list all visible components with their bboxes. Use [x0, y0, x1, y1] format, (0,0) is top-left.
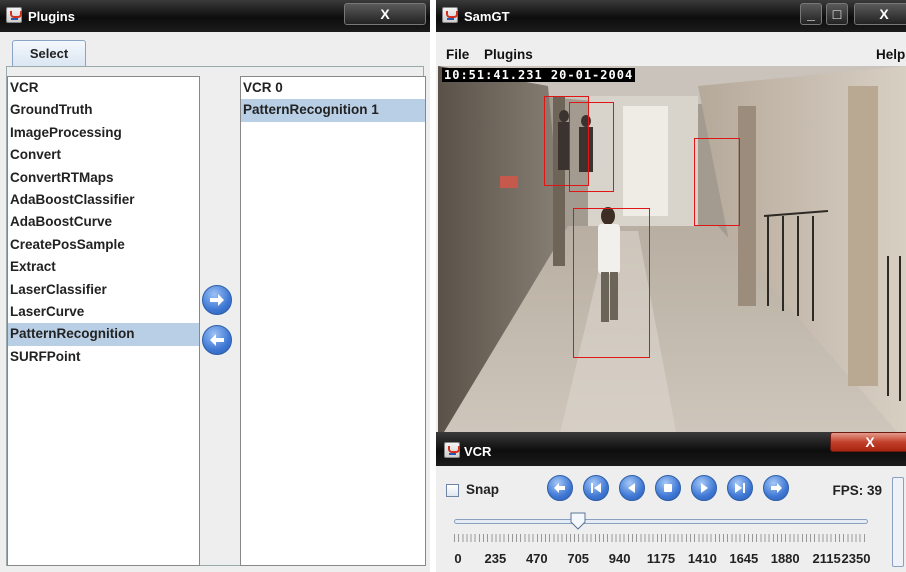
plugins-close-button[interactable]: X [344, 3, 426, 25]
active-list-item[interactable]: VCR 0 [241, 77, 425, 99]
available-plugins-list[interactable]: VCR GroundTruth ImageProcessing Convert Conv… [7, 76, 200, 566]
vcr-title: VCR [464, 444, 492, 459]
corridor-scene-image [438, 66, 906, 442]
forward-button[interactable] [763, 475, 789, 501]
step-back-button[interactable] [619, 475, 645, 501]
java-icon [442, 7, 458, 23]
vcr-window: VCR X Snap FPS: 39 0 235 470 705 940 1175 1410… [436, 432, 906, 572]
menu-bar: File Plugins Help [436, 44, 906, 66]
remove-plugin-button[interactable] [202, 325, 232, 355]
step-back-icon [628, 483, 635, 493]
available-list-item[interactable]: LaserCurve [8, 301, 199, 323]
vertical-scrollbar[interactable] [892, 477, 904, 567]
available-list-item[interactable]: ImageProcessing [8, 122, 199, 144]
play-button[interactable] [691, 475, 717, 501]
samgt-title: SamGT [464, 9, 510, 24]
tick-label: 940 [608, 551, 631, 566]
available-list-item[interactable]: AdaBoostClassifier [8, 189, 199, 211]
tick-label: 0 [454, 551, 462, 566]
tick-label: 235 [484, 551, 507, 566]
tick-label: 705 [567, 551, 590, 566]
snap-checkbox[interactable] [446, 484, 459, 497]
available-list-item[interactable]: Extract [8, 256, 199, 278]
available-list-item[interactable]: Convert [8, 144, 199, 166]
available-list-item[interactable]: CreatePosSample [8, 234, 199, 256]
menu-file[interactable]: File [446, 47, 469, 62]
tick-label: 1175 [646, 551, 676, 566]
available-list-item[interactable]: SURFPoint [8, 346, 199, 368]
frame-slider-track[interactable] [454, 519, 868, 524]
menu-help[interactable]: Help [876, 47, 905, 62]
slider-ticks [454, 534, 868, 542]
fps-label: FPS: 39 [832, 483, 882, 498]
snap-label: Snap [466, 482, 500, 497]
available-list-item[interactable]: VCR [8, 77, 199, 99]
back-button[interactable] [547, 475, 573, 501]
detection-box[interactable] [569, 102, 614, 192]
arrow-left-icon [210, 334, 224, 346]
video-timestamp: 10:51:41.231 20-01-2004 [442, 68, 636, 82]
stop-button[interactable] [655, 475, 681, 501]
tick-label: 1880 [770, 551, 800, 566]
stop-icon [664, 484, 672, 492]
minimize-button[interactable]: _ [800, 3, 822, 25]
tick-label: 2115 [812, 551, 841, 566]
available-list-item[interactable]: LaserClassifier [8, 279, 199, 301]
java-icon [444, 442, 460, 458]
detection-box[interactable] [694, 138, 740, 226]
plugins-title: Plugins [28, 9, 75, 24]
samgt-close-button[interactable]: X [854, 3, 906, 25]
tick-label: 470 [525, 551, 548, 566]
add-plugin-button[interactable] [202, 285, 232, 315]
plugins-titlebar[interactable]: Plugins X [0, 0, 430, 32]
plugins-window: Plugins X Select VCR GroundTruth ImageProc… [0, 0, 430, 572]
forward-icon [771, 483, 782, 493]
samgt-titlebar[interactable]: SamGT _ □ X [436, 0, 906, 32]
rewind-button[interactable] [583, 475, 609, 501]
back-icon [554, 483, 565, 493]
rewind-icon [591, 483, 601, 493]
available-list-item[interactable]: GroundTruth [8, 99, 199, 121]
maximize-button[interactable]: □ [826, 3, 848, 25]
available-list-item[interactable]: ConvertRTMaps [8, 167, 199, 189]
active-list-item[interactable]: PatternRecognition 1 [241, 99, 425, 122]
tick-label: 1410 [687, 551, 717, 566]
tick-label: 2350 [841, 551, 871, 566]
java-icon [6, 7, 22, 23]
vcr-titlebar[interactable]: VCR X [436, 432, 906, 466]
detection-box[interactable] [573, 208, 650, 358]
video-frame[interactable]: 10:51:41.231 20-01-2004 [438, 66, 906, 442]
frame-slider-thumb[interactable] [570, 512, 586, 530]
tab-select[interactable]: Select [12, 40, 86, 67]
play-icon [701, 483, 708, 493]
vcr-close-button[interactable]: X [830, 432, 906, 452]
available-list-item[interactable]: PatternRecognition [8, 323, 199, 346]
active-plugins-list[interactable]: VCR 0 PatternRecognition 1 [240, 76, 426, 566]
menu-plugins[interactable]: Plugins [484, 47, 533, 62]
available-list-item[interactable]: AdaBoostCurve [8, 211, 199, 233]
tick-label: 1645 [729, 551, 759, 566]
fast-forward-icon [735, 483, 745, 493]
fast-forward-button[interactable] [727, 475, 753, 501]
arrow-right-icon [210, 294, 224, 306]
